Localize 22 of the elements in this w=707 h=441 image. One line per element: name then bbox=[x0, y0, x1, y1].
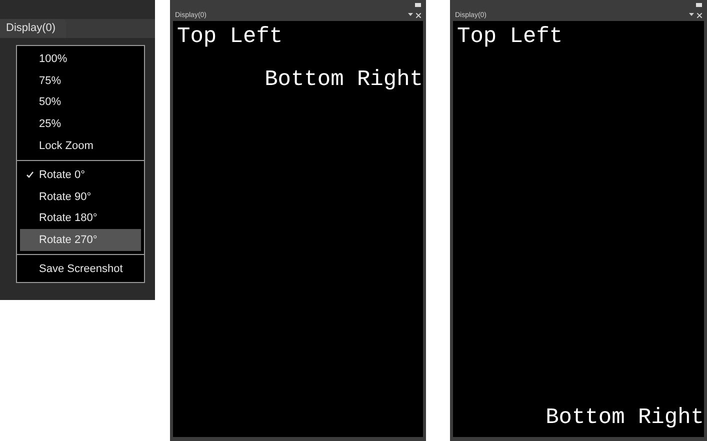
menu-item[interactable]: Rotate 0° bbox=[20, 164, 141, 186]
menu-item[interactable]: Rotate 90° bbox=[20, 186, 141, 208]
menu-item[interactable]: 50% bbox=[20, 92, 141, 114]
display-text: Bottom Right bbox=[546, 404, 704, 432]
dropdown-icon[interactable] bbox=[408, 13, 413, 17]
display-text: Bottom Right bbox=[264, 66, 423, 94]
menu-item[interactable]: 75% bbox=[20, 70, 141, 92]
menu-item[interactable]: Lock Zoom bbox=[20, 135, 141, 157]
menu-item[interactable]: Save Screenshot bbox=[20, 258, 141, 280]
menu-item[interactable]: 100% bbox=[20, 48, 141, 70]
menu-item[interactable]: Rotate 270° bbox=[20, 229, 141, 252]
close-icon[interactable] bbox=[697, 12, 702, 18]
display-tab[interactable]: Display(0) bbox=[0, 19, 66, 38]
minimize-icon[interactable] bbox=[696, 2, 702, 6]
minimize-icon[interactable] bbox=[415, 2, 421, 6]
checkmark-icon[interactable] bbox=[26, 171, 34, 178]
dropdown-icon[interactable] bbox=[689, 13, 694, 17]
close-icon[interactable] bbox=[416, 12, 421, 18]
display-text: Top Left bbox=[176, 23, 284, 51]
menu-item[interactable]: 25% bbox=[20, 113, 141, 136]
display-text: Top Left bbox=[456, 23, 564, 51]
menu-item[interactable]: Rotate 180° bbox=[20, 208, 141, 230]
